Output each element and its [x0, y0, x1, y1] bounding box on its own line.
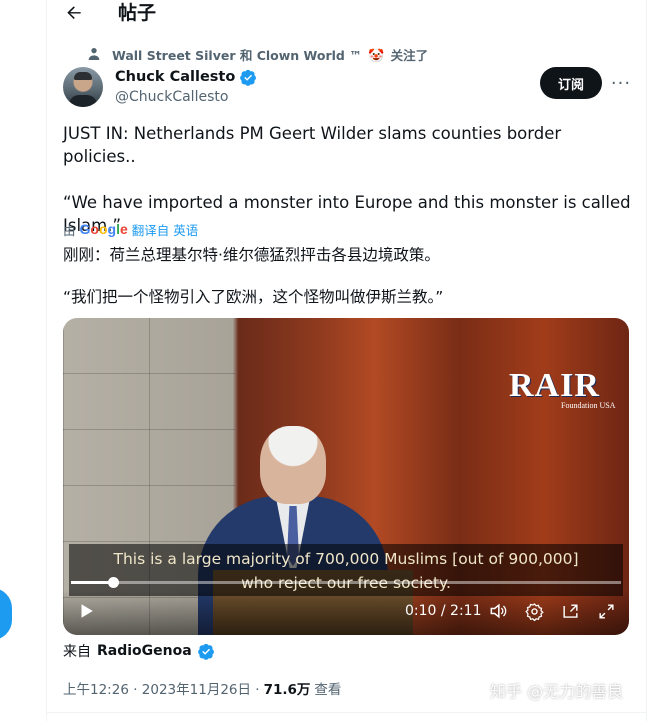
tweet-metadata: 上午12:26 · 2023年11月26日 · 71.6万 查看 [63, 678, 341, 698]
person-icon [88, 48, 100, 60]
video-progress-bar[interactable] [71, 577, 621, 588]
arrow-left-icon [67, 6, 81, 19]
more-options-button[interactable]: ··· [610, 72, 632, 94]
source-label: 来自 [63, 644, 91, 660]
video-player[interactable]: RAIR Foundation USA This is a large majo… [63, 318, 629, 635]
view-count: 71.6万 [263, 682, 311, 698]
translated-quote: “我们把一个怪物引入了欧洲，这个怪物叫做伊斯兰教。” [63, 288, 444, 306]
picture-in-picture-icon [562, 603, 578, 618]
social-context-action: 关注了 [390, 47, 429, 63]
avatar-shirt [69, 95, 97, 107]
rair-watermark-logo: RAIR Foundation USA [509, 367, 616, 411]
play-button[interactable] [75, 600, 97, 622]
subscribe-button[interactable]: 订阅 [540, 67, 602, 99]
avatar-cap [74, 72, 92, 80]
volume-icon [490, 603, 507, 619]
translation-attribution: 由 Google 翻译自 英语 [63, 220, 198, 238]
source-name[interactable]: RadioGenoa [97, 643, 192, 659]
author-name-text: Chuck Callesto [115, 69, 236, 85]
video-controls: 0:10 / 2:11 [63, 590, 629, 635]
author-handle[interactable]: @ChuckCallesto [115, 88, 228, 106]
zhihu-watermark: 知乎 @无力的善良 [490, 682, 624, 701]
timeline-right-border [646, 0, 647, 721]
clown-emoji: 🤡 [368, 48, 385, 64]
social-context-users: Wall Street Silver 和 Clown World ™ [112, 47, 362, 63]
translated-line1: 刚刚：荷兰总理基尔特·维尔德猛烈抨击各县边境政策。 [63, 246, 440, 264]
settings-button[interactable] [523, 600, 545, 622]
video-time: 0:10 / 2:11 [405, 603, 482, 619]
video-progress-knob[interactable] [107, 577, 119, 588]
timeline-left-border [46, 0, 47, 721]
pip-button[interactable] [559, 600, 581, 622]
fullscreen-button[interactable] [595, 600, 617, 622]
social-context[interactable]: Wall Street Silver 和 Clown World ™ 🤡 关注了 [86, 44, 428, 64]
volume-button[interactable] [487, 600, 509, 622]
verified-badge-icon [240, 69, 257, 86]
google-logo: Google [79, 221, 128, 237]
tweet-line1: JUST IN: Netherlands PM Geert Wilder sla… [63, 124, 562, 166]
author-avatar[interactable] [63, 67, 103, 107]
page-title: 帖子 [118, 2, 157, 24]
video-progress-fill [71, 581, 113, 584]
back-button[interactable] [60, 0, 88, 26]
play-icon [81, 604, 93, 618]
tweet-timestamp[interactable]: 上午12:26 · 2023年11月26日 · [63, 678, 260, 698]
page-header: 帖子 [46, 0, 646, 30]
compose-button[interactable] [0, 588, 12, 640]
video-caption: This is a large majority of 700,000 Musl… [69, 544, 623, 596]
author-name[interactable]: Chuck Callesto [115, 67, 257, 87]
translated-from-link[interactable]: 翻译自 英语 [132, 220, 198, 239]
view-label: 查看 [314, 682, 342, 698]
gear-icon [524, 602, 544, 621]
divider [46, 712, 646, 713]
caption-line1: This is a large majority of 700,000 Musl… [113, 550, 579, 568]
video-source: 来自 RadioGenoa [63, 640, 215, 662]
fullscreen-icon [598, 603, 614, 619]
verified-badge-icon [197, 643, 214, 660]
translated-by-label: 由 [63, 222, 76, 238]
